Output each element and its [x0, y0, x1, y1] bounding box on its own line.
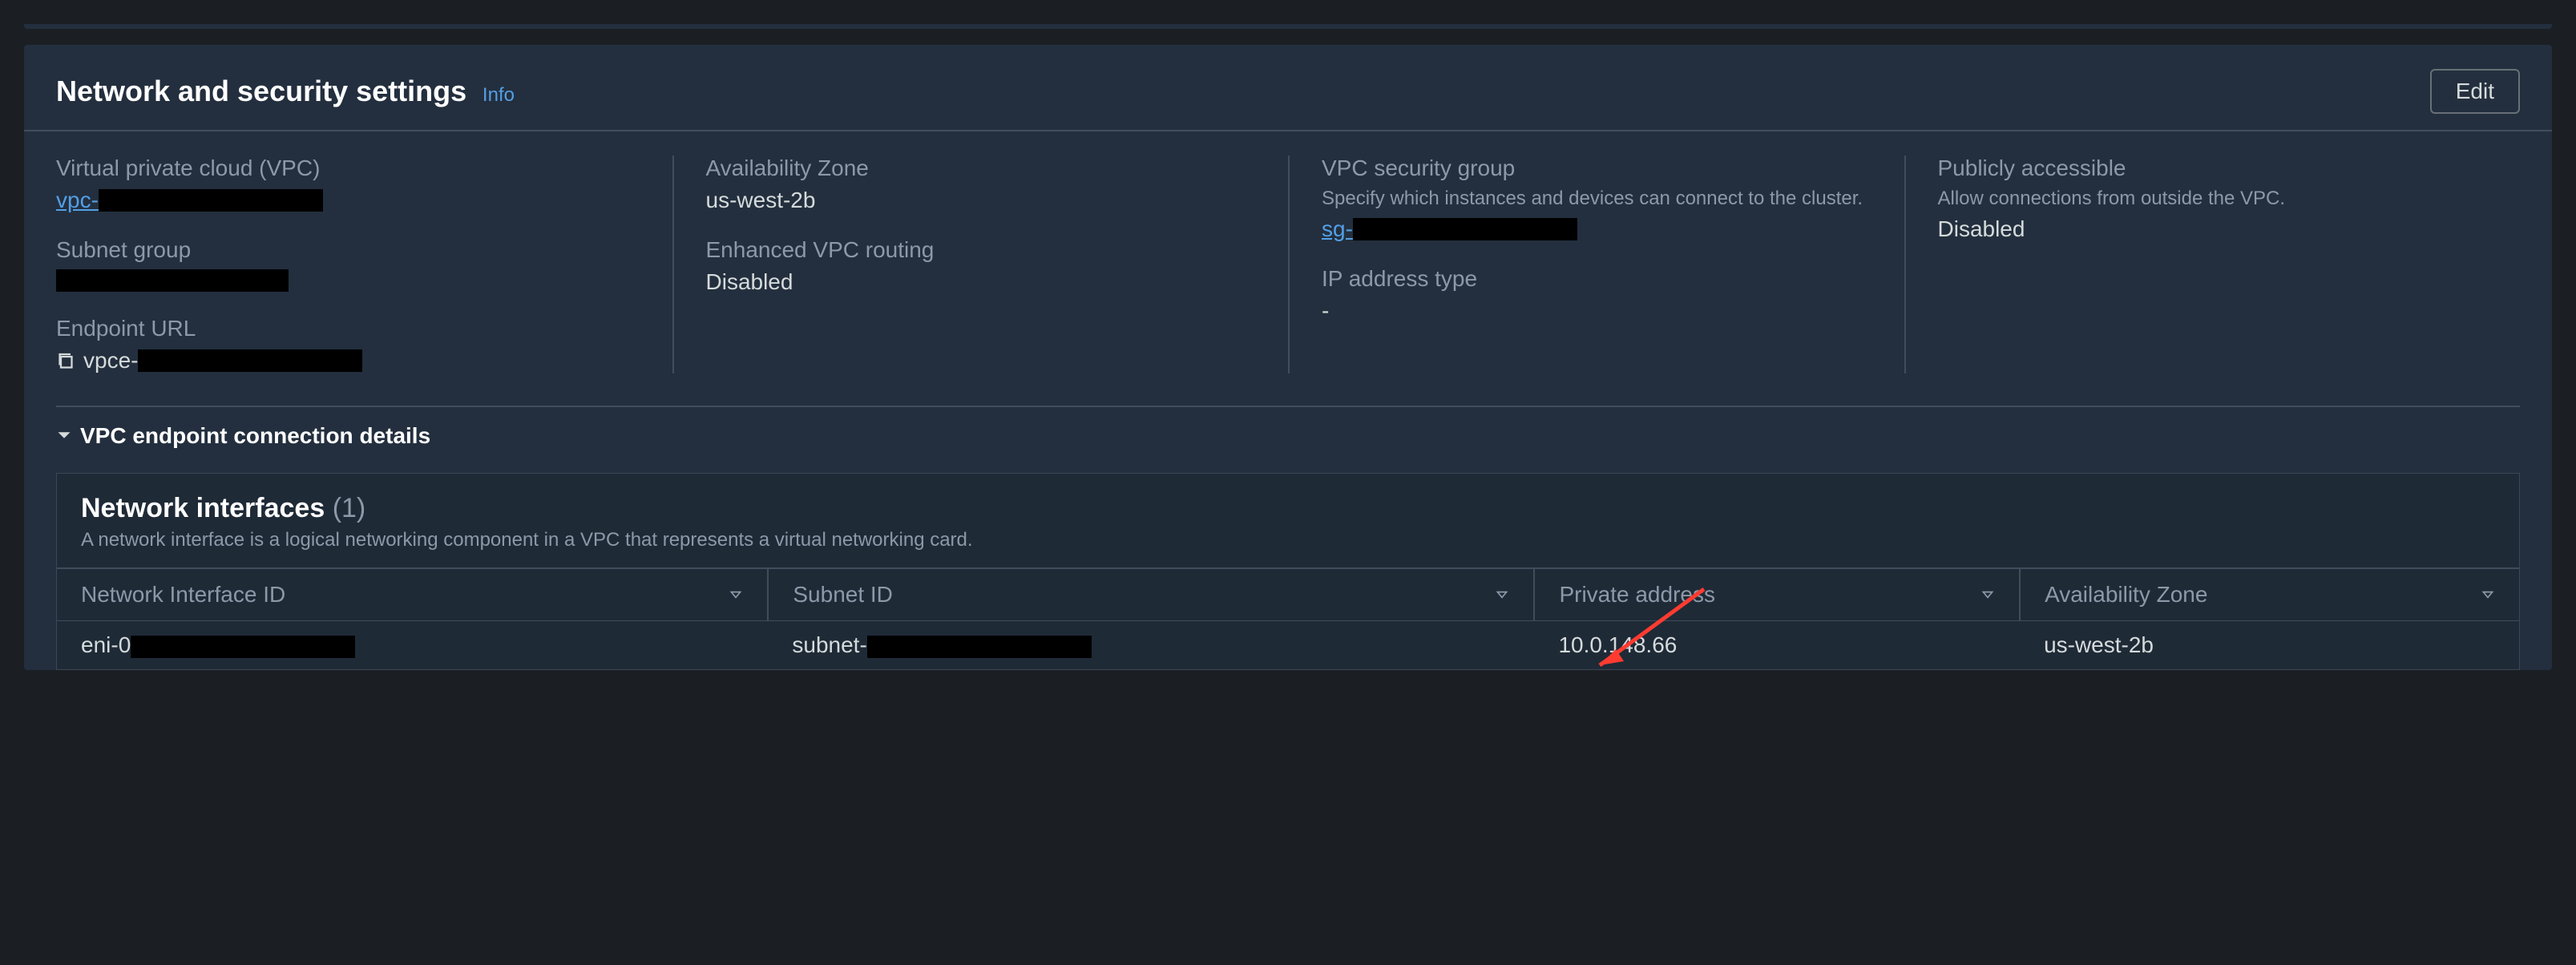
field-az: Availability Zone us-west-2b: [706, 155, 1257, 213]
col-label: Network Interface ID: [81, 582, 285, 608]
field-sg: VPC security group Specify which instanc…: [1322, 155, 1872, 242]
vpc-endpoint-collapser[interactable]: VPC endpoint connection details: [24, 407, 2552, 473]
field-label: Availability Zone: [706, 155, 1257, 181]
sub-title-text: Network interfaces: [81, 493, 325, 523]
network-security-panel: Network and security settings Info Edit …: [24, 45, 2552, 670]
col-private-addr[interactable]: Private address: [1534, 568, 2020, 621]
sg-prefix: sg-: [1322, 216, 1353, 242]
col-subnet[interactable]: Subnet ID: [768, 568, 1534, 621]
redacted: [99, 189, 323, 212]
network-interfaces-panel: Network interfaces (1) A network interfa…: [56, 473, 2520, 670]
sub-panel-header: Network interfaces (1) A network interfa…: [57, 474, 2519, 551]
sub-title: Network interfaces (1): [81, 493, 2495, 524]
redacted: [138, 349, 362, 372]
field-vpc: Virtual private cloud (VPC) vpc-: [56, 155, 640, 213]
collapser-title: VPC endpoint connection details: [80, 423, 430, 449]
eni-prefix: eni-0: [81, 632, 131, 657]
col-az[interactable]: Availability Zone: [2020, 568, 2519, 621]
sort-icon: [2481, 582, 2495, 608]
info-link[interactable]: Info: [482, 84, 515, 106]
field-label: Publicly accessible: [1938, 155, 2489, 181]
cell-private-addr: 10.0.148.66: [1534, 621, 2020, 670]
field-endpoint-url: Endpoint URL vpce-: [56, 316, 640, 373]
redacted: [1353, 218, 1577, 240]
prev-panel-edge: [24, 24, 2552, 29]
panel-title-wrap: Network and security settings Info: [56, 75, 515, 108]
col-2: Availability Zone us-west-2b Enhanced VP…: [672, 155, 1289, 373]
interface-count: (1): [333, 493, 366, 523]
redacted: [56, 269, 289, 292]
col-label: Availability Zone: [2045, 582, 2207, 608]
panel-title: Network and security settings: [56, 75, 466, 107]
interfaces-table: Network Interface ID Subnet ID Private a…: [57, 567, 2519, 669]
field-sub: Allow connections from outside the VPC.: [1938, 188, 2489, 210]
field-label: Enhanced VPC routing: [706, 237, 1257, 263]
field-label: Virtual private cloud (VPC): [56, 155, 640, 181]
cell-eni: eni-0: [57, 621, 768, 670]
col-label: Subnet ID: [793, 582, 893, 608]
table-row[interactable]: eni-0 subnet- 10.0.148.66 us-west-2b: [57, 621, 2519, 670]
field-value: us-west-2b: [706, 188, 1257, 213]
panel-header: Network and security settings Info Edit: [24, 45, 2552, 130]
col-1: Virtual private cloud (VPC) vpc- Subnet …: [56, 155, 672, 373]
sg-link[interactable]: sg-: [1322, 216, 1577, 242]
redacted: [867, 636, 1092, 658]
subnet-prefix: subnet-: [792, 632, 866, 657]
vpc-prefix: vpc-: [56, 188, 99, 213]
sort-icon: [1495, 582, 1509, 608]
table-header-row: Network Interface ID Subnet ID Private a…: [57, 568, 2519, 621]
col-3: VPC security group Specify which instanc…: [1288, 155, 1904, 373]
field-subnet-group: Subnet group: [56, 237, 640, 292]
field-label: IP address type: [1322, 266, 1872, 292]
edit-button[interactable]: Edit: [2430, 69, 2520, 114]
field-ip-type: IP address type -: [1322, 266, 1872, 324]
cell-az: us-west-2b: [2020, 621, 2519, 670]
field-label: Subnet group: [56, 237, 640, 263]
redacted: [131, 636, 355, 658]
field-value: -: [1322, 298, 1872, 324]
field-value: Disabled: [706, 269, 1257, 295]
col-label: Private address: [1559, 582, 1715, 608]
field-evr: Enhanced VPC routing Disabled: [706, 237, 1257, 295]
col-eni[interactable]: Network Interface ID: [57, 568, 768, 621]
settings-grid: Virtual private cloud (VPC) vpc- Subnet …: [24, 131, 2552, 398]
sort-icon: [729, 582, 743, 608]
field-label: Endpoint URL: [56, 316, 640, 341]
field-sub: Specify which instances and devices can …: [1322, 188, 1872, 210]
field-public: Publicly accessible Allow connections fr…: [1938, 155, 2489, 242]
sort-icon: [1980, 582, 1995, 608]
col-4: Publicly accessible Allow connections fr…: [1904, 155, 2521, 373]
vpc-link[interactable]: vpc-: [56, 188, 323, 213]
field-value: Disabled: [1938, 216, 2489, 242]
copy-icon[interactable]: [56, 351, 75, 370]
sub-desc: A network interface is a logical network…: [81, 529, 2495, 551]
caret-down-icon: [56, 423, 72, 449]
endpoint-value: vpce-: [56, 348, 640, 373]
field-label: VPC security group: [1322, 155, 1872, 181]
cell-subnet: subnet-: [768, 621, 1534, 670]
endpoint-prefix: vpce-: [83, 348, 138, 373]
